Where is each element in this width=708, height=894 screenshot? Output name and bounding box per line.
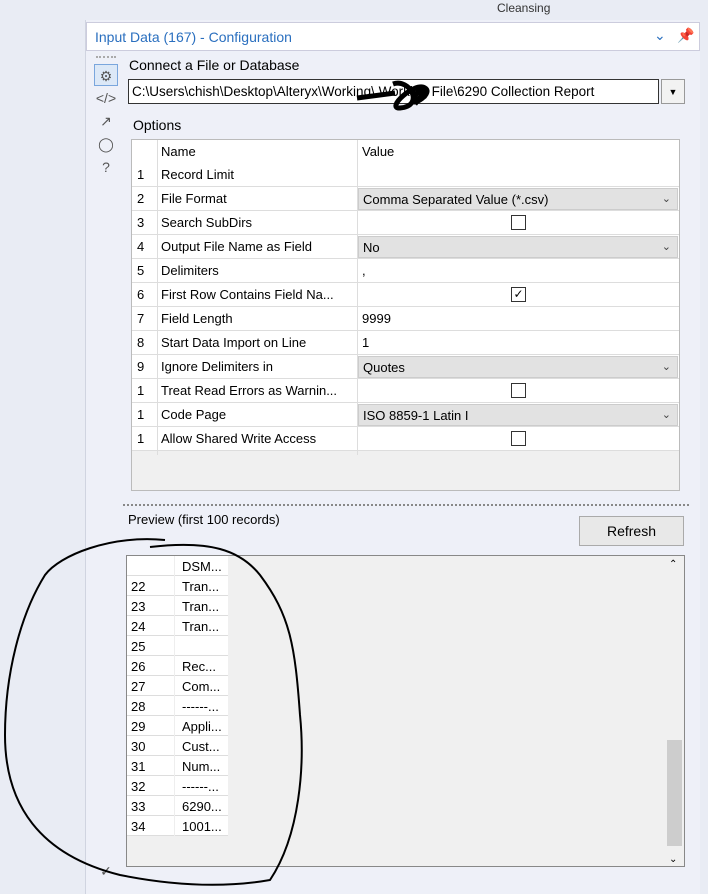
option-checkbox[interactable] (511, 431, 526, 446)
options-table: Name Value 1 Record Limit 2 File Format Comm… (131, 139, 680, 491)
tag-icon[interactable]: ◯ (94, 133, 118, 155)
help-icon[interactable]: ? (94, 156, 118, 178)
option-row: 1 Treat Read Errors as Warnin... (132, 379, 679, 403)
option-value-input[interactable]: , (362, 263, 677, 278)
scroll-up-icon[interactable]: ⌃ (669, 559, 677, 570)
option-row: 8 Start Data Import on Line 1 (132, 331, 679, 355)
divider (157, 140, 158, 455)
option-value-input[interactable]: 1 (362, 335, 677, 350)
option-row: 1 Code Page ISO 8859-1 Latin I ⌄ (132, 403, 679, 427)
option-value: ISO 8859-1 Latin I (363, 408, 469, 423)
row-number: 2 (137, 191, 145, 206)
options-header-row: Name Value (132, 140, 679, 164)
row-number: 5 (137, 263, 145, 278)
option-row: 9 Ignore Delimiters in Quotes ⌄ (132, 355, 679, 379)
option-row: 1 Allow Shared Write Access (132, 427, 679, 451)
option-name: Search SubDirs (161, 215, 253, 230)
option-checkbox[interactable] (511, 383, 526, 398)
option-value-input[interactable]: 9999 (362, 311, 677, 326)
panel-header: Input Data (167) - Configuration ⌄ 📌 (86, 22, 700, 51)
option-row: 7 Field Length 9999 (132, 307, 679, 331)
ribbon-tab-cleansing[interactable]: Cleansing (497, 1, 550, 15)
row-number: 4 (137, 239, 145, 254)
option-name: Code Page (161, 407, 227, 422)
option-name: Ignore Delimiters in (161, 359, 273, 374)
option-value: No (363, 240, 380, 255)
options-label: Options (133, 117, 182, 133)
option-row: 6 First Row Contains Field Na... ✓ (132, 283, 679, 307)
option-row: 3 Search SubDirs (132, 211, 679, 235)
row-number: 1 (137, 431, 145, 446)
chevron-down-icon: ⌄ (661, 193, 671, 205)
connect-label: Connect a File or Database (129, 57, 300, 73)
splitter[interactable] (123, 504, 689, 506)
option-dropdown[interactable]: No ⌄ (358, 236, 678, 258)
option-checkbox[interactable]: ✓ (511, 287, 526, 302)
hand-drawn-circle-annotation (3, 538, 303, 886)
chevron-down-icon: ⌄ (661, 361, 671, 373)
option-name: File Format (161, 191, 227, 206)
scroll-down-icon[interactable]: ⌄ (669, 854, 677, 865)
code-icon[interactable]: </> (94, 87, 118, 109)
option-value: Comma Separated Value (*.csv) (363, 192, 549, 207)
option-dropdown[interactable]: Comma Separated Value (*.csv) ⌄ (358, 188, 678, 210)
option-dropdown[interactable]: Quotes ⌄ (358, 356, 678, 378)
row-number: 8 (137, 335, 145, 350)
divider (357, 140, 358, 455)
option-name: Delimiters (161, 263, 219, 278)
column-header-name: Name (161, 144, 196, 159)
option-name: Allow Shared Write Access (161, 431, 317, 446)
scrollbar-thumb[interactable] (667, 740, 682, 846)
option-name: Start Data Import on Line (161, 335, 307, 350)
refresh-button[interactable]: Refresh (579, 516, 684, 546)
path-dropdown-button[interactable]: ▼ (661, 79, 685, 104)
option-row: 5 Delimiters, (132, 259, 679, 283)
row-number: 7 (137, 311, 145, 326)
column-header-value: Value (362, 144, 395, 159)
chevron-down-icon: ⌄ (661, 409, 671, 421)
chevron-down-icon[interactable]: ⌄ (654, 27, 666, 44)
row-number: 9 (137, 359, 145, 374)
pin-icon[interactable]: 📌 (677, 27, 694, 44)
option-dropdown[interactable]: ISO 8859-1 Latin I ⌄ (358, 404, 678, 426)
option-name: Record Limit (161, 167, 234, 182)
gear-icon[interactable]: ⚙ (94, 64, 118, 86)
row-number: 6 (137, 287, 145, 302)
row-number: 3 (137, 215, 145, 230)
option-row: 4 Output File Name as Field No ⌄ (132, 235, 679, 259)
option-row: 2 File Format Comma Separated Value (*.csv… (132, 187, 679, 211)
option-name: Field Length (161, 311, 233, 326)
panel-title: Input Data (167) - Configuration (95, 29, 292, 45)
option-value: Quotes (363, 360, 405, 375)
option-name: Output File Name as Field (161, 239, 313, 254)
output-anchor-icon[interactable]: ↗ (94, 110, 118, 132)
redaction-scribble (356, 80, 430, 111)
option-name: First Row Contains Field Na... (161, 287, 334, 302)
option-checkbox[interactable] (511, 215, 526, 230)
vertical-scrollbar[interactable]: ⌃ ⌄ (665, 557, 683, 865)
row-number: 1 (137, 167, 145, 182)
row-number: 1 (137, 383, 145, 398)
drag-handle[interactable] (96, 56, 116, 58)
option-row: 1 Record Limit (132, 163, 679, 187)
row-number: 1 (137, 407, 145, 422)
preview-label: Preview (first 100 records) (128, 512, 280, 527)
chevron-down-icon: ⌄ (661, 241, 671, 253)
option-name: Treat Read Errors as Warnin... (161, 383, 338, 398)
